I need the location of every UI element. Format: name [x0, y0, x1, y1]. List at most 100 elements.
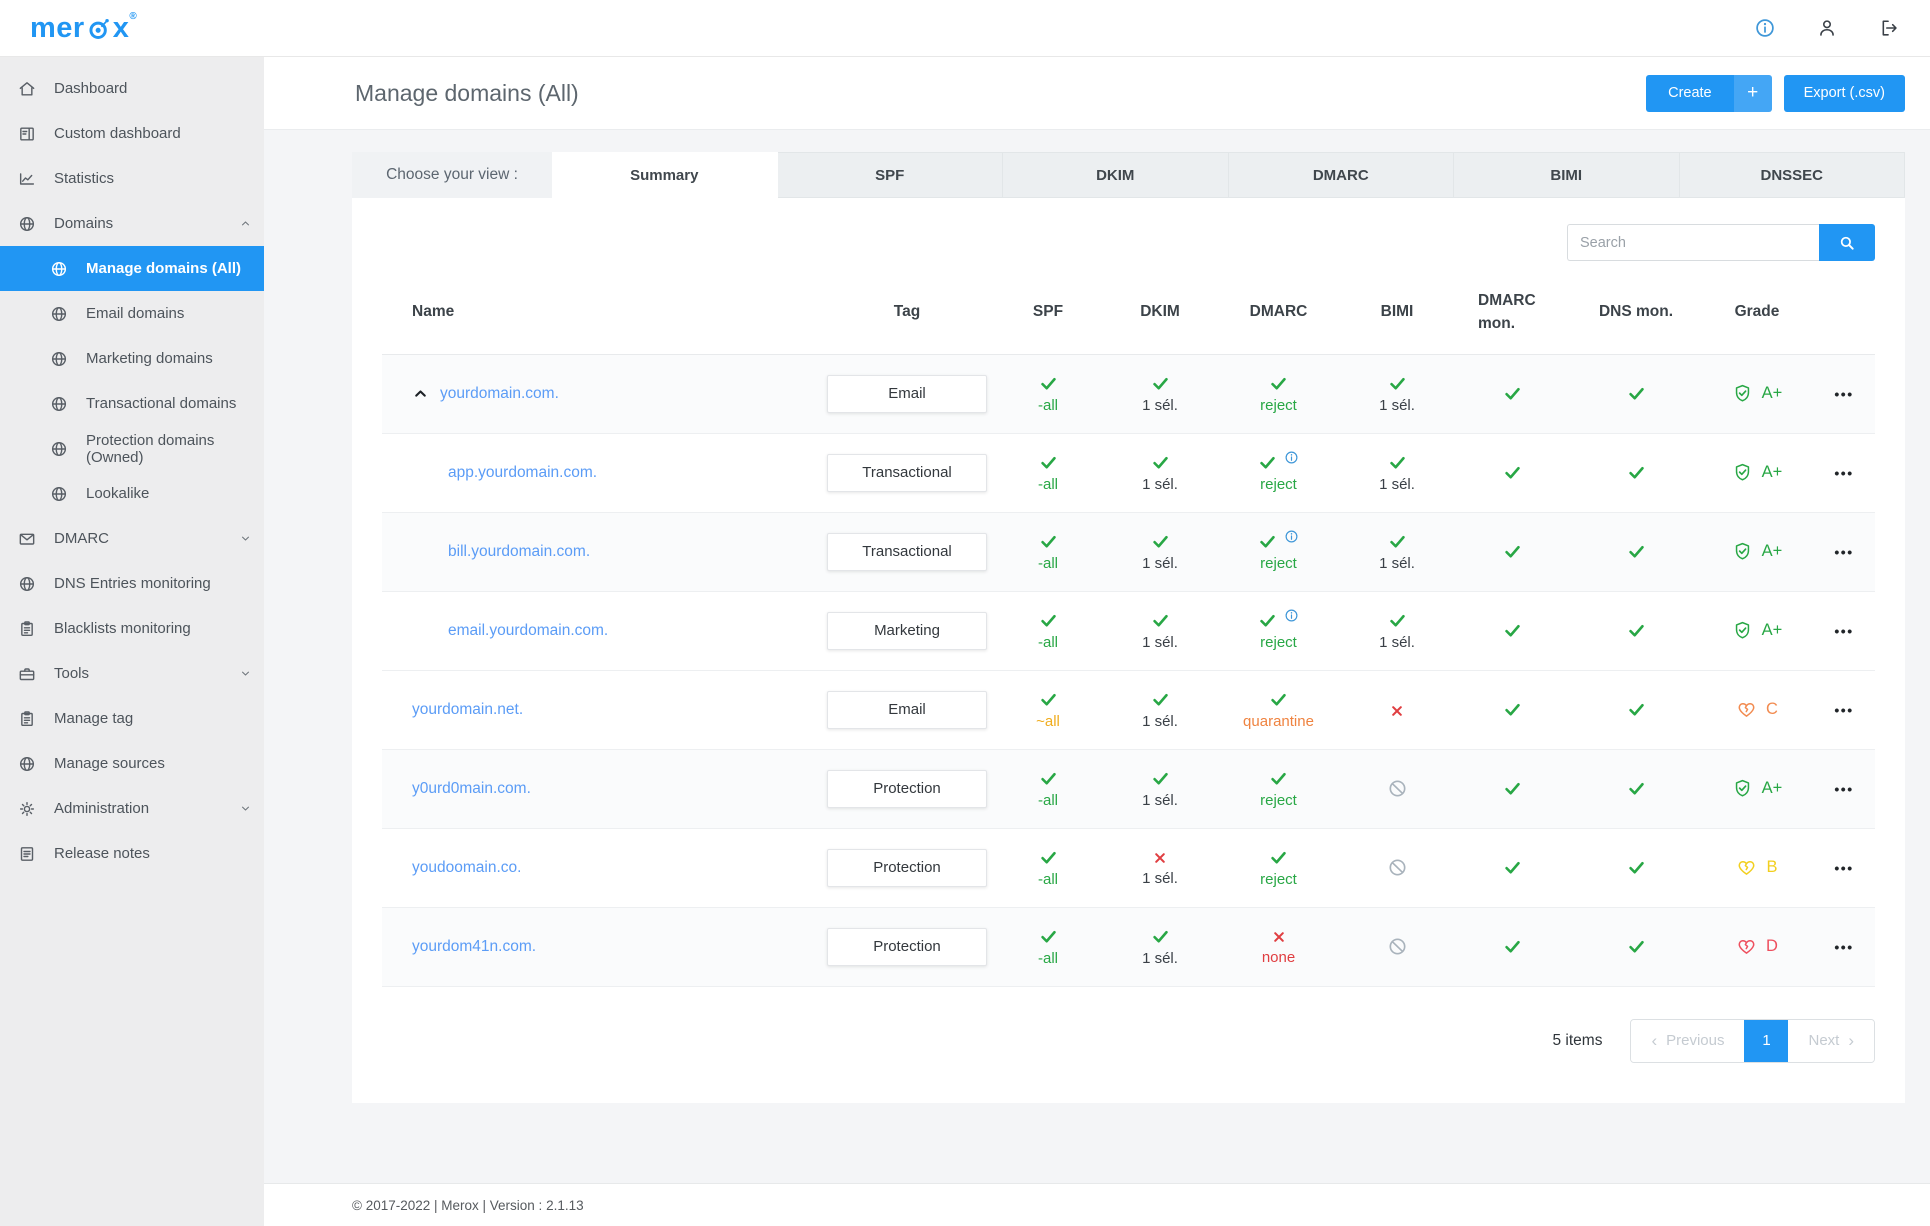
domain-link[interactable]: app.yourdomain.com.: [448, 464, 597, 482]
domain-link[interactable]: y0urd0main.com.: [412, 780, 531, 798]
tag-badge: Protection: [827, 769, 987, 808]
row-menu-button[interactable]: •••: [1834, 465, 1853, 481]
tab-dnssec[interactable]: DNSSEC: [1679, 152, 1905, 198]
sidebar-item-domains[interactable]: Domains: [0, 201, 264, 246]
sidebar-item-tools[interactable]: Tools: [0, 651, 264, 696]
row-menu-button[interactable]: •••: [1834, 386, 1853, 402]
grade-badge: D: [1701, 936, 1813, 957]
domain-link[interactable]: yourdom41n.com.: [412, 938, 536, 956]
domain-link[interactable]: yourdomain.com.: [440, 385, 559, 403]
sidebar-item-dmarc[interactable]: DMARC: [0, 516, 264, 561]
chart-icon: [17, 169, 37, 189]
dmarc-status: reject: [1216, 848, 1341, 888]
check-icon: [1151, 690, 1170, 709]
table-row-app-yourdomain-com: app.yourdomain.com. Transactional -all 1 sé…: [382, 434, 1875, 513]
grade-badge: B: [1701, 857, 1813, 878]
column-header-grade: Grade: [1734, 303, 1780, 321]
name-cell: email.yourdomain.com.: [382, 622, 822, 640]
sidebar-item-lookalike[interactable]: Lookalike: [0, 471, 264, 516]
tag-cell: Transactional: [822, 453, 992, 492]
tab-dmarc[interactable]: DMARC: [1228, 152, 1454, 198]
brand-logo[interactable]: mer x ®: [30, 11, 137, 43]
column-header-dns-mon: DNS mon.: [1598, 303, 1674, 321]
user-icon[interactable]: [1816, 17, 1838, 39]
sidebar-item-label: Dashboard: [54, 80, 128, 97]
check-icon: [1388, 374, 1407, 393]
tab-summary[interactable]: Summary: [552, 152, 778, 198]
spf-value: -all: [1037, 949, 1058, 967]
row-menu-button[interactable]: •••: [1834, 623, 1853, 639]
row-menu-button[interactable]: •••: [1834, 544, 1853, 560]
chevron-down-icon: [239, 802, 252, 815]
sidebar-item-label: Lookalike: [86, 485, 150, 502]
sidebar-item-label: Release notes: [54, 845, 150, 862]
domain-link[interactable]: yourdomain.net.: [412, 701, 523, 719]
domain-link[interactable]: bill.yourdomain.com.: [448, 543, 590, 561]
cross-icon: [1389, 703, 1405, 719]
dkim-value: 1 sél.: [1142, 554, 1178, 572]
grade-letter: D: [1766, 937, 1778, 955]
domain-link[interactable]: youdoomain.co.: [412, 859, 521, 877]
table-row-email-yourdomain-com: email.yourdomain.com. Marketing -all 1 sél.…: [382, 592, 1875, 671]
sidebar-item-manage-sources[interactable]: Manage sources: [0, 741, 264, 786]
pagination-page-1[interactable]: 1: [1744, 1019, 1789, 1062]
dmarc-status: reject: [1216, 529, 1341, 572]
sidebar-item-statistics[interactable]: Statistics: [0, 156, 264, 201]
pagination-previous-button[interactable]: ‹ Previous: [1631, 1019, 1745, 1062]
sidebar-item-dashboard[interactable]: Dashboard: [0, 66, 264, 111]
sidebar-item-blacklists-monitoring[interactable]: Blacklists monitoring: [0, 606, 264, 651]
tag-badge: Protection: [827, 848, 987, 887]
dmarc-status: reject: [1216, 769, 1341, 809]
check-icon: [1627, 542, 1646, 561]
export-csv-button[interactable]: Export (.csv): [1783, 74, 1905, 112]
search-input[interactable]: [1567, 224, 1819, 261]
sidebar-item-label: Tools: [54, 665, 90, 682]
sidebar-item-label: Domains: [54, 215, 114, 232]
sidebar-item-release-notes[interactable]: Release notes: [0, 831, 264, 876]
collapse-row-button[interactable]: [412, 385, 429, 402]
sidebar-item-email-domains[interactable]: Email domains: [0, 291, 264, 336]
dmarc-status: reject: [1216, 450, 1341, 493]
sidebar-item-transactional-domains[interactable]: Transactional domains: [0, 381, 264, 426]
sidebar-item-label: Email domains: [86, 305, 185, 322]
dmarc-value: reject: [1260, 475, 1297, 493]
grade-letter: C: [1766, 700, 1778, 718]
tab-spf[interactable]: SPF: [777, 152, 1003, 198]
tab-dkim[interactable]: DKIM: [1003, 152, 1229, 198]
domain-link[interactable]: email.yourdomain.com.: [448, 622, 608, 640]
sidebar-item-marketing-domains[interactable]: Marketing domains: [0, 336, 264, 381]
tab-bimi[interactable]: BIMI: [1454, 152, 1680, 198]
table-row-bill-yourdomain-com: bill.yourdomain.com. Transactional -all 1 s…: [382, 512, 1875, 592]
sidebar-item-label: Protection domains (Owned): [86, 431, 215, 466]
info-icon[interactable]: [1284, 529, 1299, 544]
dmarc-mon-status: [1453, 937, 1571, 956]
row-menu-button[interactable]: •••: [1834, 860, 1853, 876]
spf-value: -all: [1037, 791, 1058, 809]
pagination-row: 5 items ‹ Previous 1 Next ›: [382, 987, 1875, 1103]
pagination-next-button[interactable]: Next ›: [1788, 1019, 1874, 1062]
check-icon: [1039, 611, 1058, 630]
view-tabs: Summary SPF DKIM DMARC BIMI DNSSEC: [552, 152, 1905, 198]
table-row-yourdomain-com: yourdomain.com. Email -all 1 sél. reject 1 sé…: [382, 354, 1875, 434]
row-menu-button[interactable]: •••: [1834, 939, 1853, 955]
info-icon[interactable]: [1284, 608, 1299, 623]
bimi-status: [1341, 778, 1453, 799]
logout-icon[interactable]: [1878, 17, 1900, 39]
sidebar-item-protection-domains-owned[interactable]: Protection domains (Owned): [0, 426, 264, 471]
row-menu-button[interactable]: •••: [1834, 781, 1853, 797]
sidebar-item-manage-tag[interactable]: Manage tag: [0, 696, 264, 741]
sidebar-item-administration[interactable]: Administration: [0, 786, 264, 831]
create-button[interactable]: Create +: [1646, 74, 1772, 112]
info-icon[interactable]: [1754, 17, 1776, 39]
globe-icon: [49, 394, 69, 414]
search-button[interactable]: [1819, 224, 1875, 261]
spf-value: -all: [1037, 396, 1058, 414]
info-icon[interactable]: [1284, 450, 1299, 465]
sidebar-item-custom-dashboard[interactable]: Custom dashboard: [0, 111, 264, 156]
clipboard-icon: [17, 619, 37, 639]
sidebar-item-manage-domains-all[interactable]: Manage domains (All): [0, 246, 264, 291]
bimi-value: 1 sél.: [1379, 475, 1415, 493]
row-menu-button[interactable]: •••: [1834, 702, 1853, 718]
sidebar-item-dns-entries-monitoring[interactable]: DNS Entries monitoring: [0, 561, 264, 606]
sidebar-item-label: Custom dashboard: [54, 125, 181, 142]
